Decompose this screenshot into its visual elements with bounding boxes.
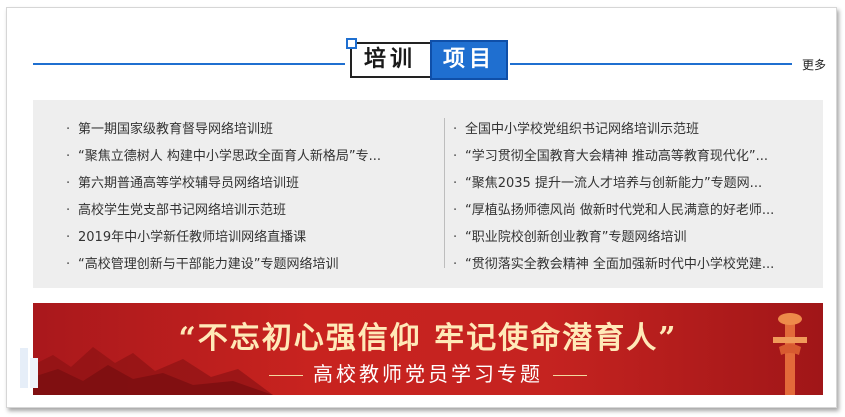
list-item-text: “高校管理创新与干部能力建设”专题网络培训 [78, 257, 339, 272]
list-item[interactable]: · 第六期普通高等学校辅导员网络培训班 [66, 170, 426, 197]
bullet-icon: · [66, 257, 71, 272]
list-item[interactable]: · “学习贯彻全国教育大会精神 推动高等教育现代化”... [453, 143, 813, 170]
more-link[interactable]: 更多 [802, 56, 826, 73]
list-item-text: 全国中小学校党组织书记网络培训示范班 [465, 122, 700, 137]
list-item-text: “聚焦2035 提升一流人才培养与创新能力”专题网... [465, 176, 763, 191]
header-rule-right [510, 63, 792, 65]
list-item[interactable]: · “聚焦立德树人 构建中小学思政全面育人新格局”专... [66, 143, 426, 170]
project-list-left: · 第一期国家级教育督导网络培训班 · “聚焦立德树人 构建中小学思政全面育人新格局… [66, 116, 426, 278]
watermark-graphic [20, 348, 38, 388]
bullet-icon: · [453, 230, 458, 245]
project-list-panel: · 第一期国家级教育督导网络培训班 · “聚焦立德树人 构建中小学思政全面育人新格局… [33, 100, 823, 288]
bullet-icon: · [453, 122, 458, 137]
bullet-icon: · [453, 176, 458, 191]
project-list-right: · 全国中小学校党组织书记网络培训示范班 · “学习贯彻全国教育大会精神 推动高等教… [453, 116, 813, 278]
column-divider [444, 118, 445, 268]
list-item-text: 2019年中小学新任教师培训网络直播课 [78, 230, 307, 245]
list-item[interactable]: · “高校管理创新与干部能力建设”专题网络培训 [66, 251, 426, 278]
bullet-icon: · [453, 257, 458, 272]
list-item-text: 高校学生党支部书记网络培训示范班 [78, 203, 287, 218]
bullet-icon: · [453, 203, 458, 218]
corner-square-icon [346, 38, 357, 49]
bullet-icon: · [453, 149, 458, 164]
list-item-text: “厚植弘扬师德风尚 做新时代党和人民满意的好老师... [465, 203, 775, 218]
list-item-text: “聚焦立德树人 构建中小学思政全面育人新格局”专... [78, 149, 381, 164]
list-item-text: “学习贯彻全国教育大会精神 推动高等教育现代化”... [465, 149, 768, 164]
bullet-icon: · [66, 203, 71, 218]
section-title-part1: 培训 [364, 47, 417, 72]
bullet-icon: · [66, 122, 71, 137]
party-study-banner[interactable]: “不忘初心强信仰 牢记使命潜育人” 高校教师党员学习专题 [33, 303, 823, 395]
training-projects-card: 培训 项目 更多 · 第一期国家级教育督导网络培训班 · “聚焦立德树人 构建中小学… [6, 7, 837, 408]
list-item-text: 第一期国家级教育督导网络培训班 [78, 122, 274, 137]
subtitle-dash-left [269, 375, 303, 376]
list-item-text: “职业院校创新创业教育”专题网络培训 [465, 230, 687, 245]
header-rule-left [33, 63, 345, 65]
list-item[interactable]: · 全国中小学校党组织书记网络培训示范班 [453, 116, 813, 143]
list-item[interactable]: · 第一期国家级教育督导网络培训班 [66, 116, 426, 143]
section-title-part2: 项目 [430, 40, 508, 80]
list-item[interactable]: · “厚植弘扬师德风尚 做新时代党和人民满意的好老师... [453, 197, 813, 224]
bullet-icon: · [66, 176, 71, 191]
section-title: 培训 项目 [346, 38, 508, 80]
list-item[interactable]: · “聚焦2035 提升一流人才培养与创新能力”专题网... [453, 170, 813, 197]
list-item[interactable]: · 2019年中小学新任教师培训网络直播课 [66, 224, 426, 251]
banner-subtitle: 高校教师党员学习专题 [313, 362, 543, 386]
list-item-text: 第六期普通高等学校辅导员网络培训班 [78, 176, 300, 191]
banner-subtitle-row: 高校教师党员学习专题 [33, 358, 823, 387]
banner-slogan: “不忘初心强信仰 牢记使命潜育人” [178, 321, 678, 356]
list-item[interactable]: · “职业院校创新创业教育”专题网络培训 [453, 224, 813, 251]
bullet-icon: · [66, 230, 71, 245]
bullet-icon: · [66, 149, 71, 164]
list-item[interactable]: · 高校学生党支部书记网络培训示范班 [66, 197, 426, 224]
list-item[interactable]: · “贯彻落实全教会精神 全面加强新时代中小学校党建... [453, 251, 813, 278]
list-item-text: “贯彻落实全教会精神 全面加强新时代中小学校党建... [465, 257, 775, 272]
subtitle-dash-right [553, 375, 587, 376]
